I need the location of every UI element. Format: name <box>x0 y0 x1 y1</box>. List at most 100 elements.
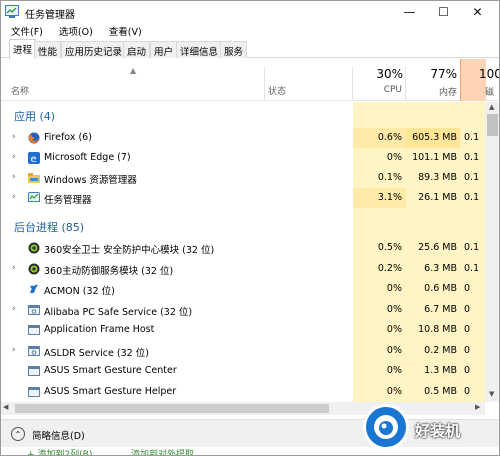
tab-users[interactable]: 用户 <box>150 41 178 58</box>
process-cpu: 0% <box>386 365 402 376</box>
process-disk: 0 <box>464 324 471 335</box>
process-row-edge[interactable]: › e Microsoft Edge (7) 0% 101.1 MB 0.1 <box>1 148 485 168</box>
expand-chevron-icon[interactable]: › <box>12 132 16 142</box>
minimize-button[interactable]: — <box>393 1 426 23</box>
tab-services[interactable]: 服务 <box>220 41 248 58</box>
process-row-asus-gesture-center[interactable]: ASUS Smart Gesture Center 0% 1.3 MB 0 <box>1 361 485 381</box>
process-memory: 89.3 MB <box>418 172 457 183</box>
watermark-icon <box>374 415 398 439</box>
firefox-icon <box>28 132 40 144</box>
process-row-alibaba[interactable]: › Alibaba PC Safe Service (32 位) 0% 6.7 … <box>1 300 485 320</box>
service-icon <box>28 305 40 315</box>
process-memory: 605.3 MB <box>412 132 457 143</box>
process-cpu: 0.2% <box>377 263 402 274</box>
title-bar[interactable]: 任务管理器 — ☐ ✕ <box>1 1 499 23</box>
process-cpu: 0.5% <box>377 242 402 253</box>
header-disk-column[interactable]: 100 磁 <box>460 59 499 101</box>
scroll-right-icon[interactable]: ▶ <box>475 403 480 411</box>
tab-details[interactable]: 详细信息 <box>176 41 223 58</box>
header-memory-label[interactable]: 内存 <box>406 85 457 98</box>
process-name: Application Frame Host <box>44 324 155 335</box>
scroll-up-icon[interactable]: ▲ <box>489 103 494 111</box>
scroll-down-icon[interactable]: ▼ <box>489 390 494 398</box>
expand-chevron-icon[interactable]: › <box>12 172 16 182</box>
fewer-details-link[interactable]: 简略信息(D) <box>32 428 85 442</box>
header-cpu-percent[interactable]: 30% <box>353 67 403 81</box>
header-status[interactable]: 状态 <box>268 84 286 97</box>
process-cpu: 0% <box>386 152 402 163</box>
process-memory: 10.8 MB <box>418 324 457 335</box>
process-name: Windows 资源管理器 <box>44 175 137 186</box>
header-name[interactable]: 名称 <box>11 84 29 97</box>
process-name: 360主动防御服务模块 (32 位) <box>44 266 174 277</box>
process-cpu: 3.1% <box>377 192 402 203</box>
process-cpu: 0% <box>386 386 402 397</box>
process-row-asus-gesture-helper[interactable]: ASUS Smart Gesture Helper 0% 0.5 MB 0 <box>1 382 485 402</box>
expand-chevron-icon[interactable]: › <box>12 263 16 273</box>
menu-file[interactable]: 文件(F) <box>1 23 49 39</box>
process-row-task-manager[interactable]: › 任务管理器 3.1% 26.1 MB 0.1 <box>1 188 485 208</box>
horizontal-scrollbar[interactable]: ◀ ▶ <box>1 402 485 415</box>
menu-bar: 文件(F) 选项(O) 查看(V) <box>1 23 499 39</box>
tab-app-history[interactable]: 应用历史记录 <box>61 41 127 58</box>
process-row-app-frame-host[interactable]: Application Frame Host 0% 10.8 MB 0 <box>1 320 485 340</box>
scroll-left-icon[interactable]: ◀ <box>3 403 8 411</box>
process-list: 应用 (4) › Firefox (6) 0.6% 605.3 MB 0.1 ›… <box>1 102 485 402</box>
menu-options[interactable]: 选项(O) <box>49 23 99 39</box>
collapse-chevron-icon[interactable]: ⌃ <box>11 427 25 441</box>
process-disk: 0.1 <box>464 172 480 183</box>
background-strip: + 添加到2列(B) 添加到对外提取 <box>1 447 499 456</box>
close-button[interactable]: ✕ <box>461 1 494 23</box>
maximize-button[interactable]: ☐ <box>427 1 460 23</box>
app-frame-icon <box>28 366 40 376</box>
process-disk: 0 <box>464 283 471 294</box>
process-memory: 101.1 MB <box>412 152 457 163</box>
app-frame-icon <box>28 325 40 335</box>
process-name: ASLDR Service (32 位) <box>44 348 149 359</box>
process-disk: 0 <box>464 345 471 356</box>
tab-startup[interactable]: 启动 <box>123 41 151 58</box>
background-text: 添加到对外提取 <box>131 450 195 456</box>
horizontal-scroll-thumb[interactable] <box>15 404 329 413</box>
process-memory: 6.3 MB <box>424 263 457 274</box>
process-name: 任务管理器 <box>44 195 92 206</box>
process-row-asldr[interactable]: › ASLDR Service (32 位) 0% 0.2 MB 0 <box>1 341 485 361</box>
tab-processes[interactable]: 进程 <box>9 39 37 59</box>
acmon-icon <box>30 284 38 293</box>
process-disk: 0.1 <box>464 152 480 163</box>
menu-view[interactable]: 查看(V) <box>99 23 148 39</box>
process-cpu: 0% <box>386 304 402 315</box>
service-icon <box>28 346 40 356</box>
process-row-360-defense[interactable]: › 360主动防御服务模块 (32 位) 0.2% 6.3 MB 0.1 <box>1 259 485 279</box>
process-disk: 0.1 <box>464 132 480 143</box>
process-memory: 0.5 MB <box>424 386 457 397</box>
header-memory-percent[interactable]: 77% <box>406 67 457 81</box>
app-frame-icon <box>28 387 40 397</box>
process-row-firefox[interactable]: › Firefox (6) 0.6% 605.3 MB 0.1 <box>1 128 485 148</box>
tab-strip: 进程 性能 应用历史记录 启动 用户 详细信息 服务 <box>1 39 499 59</box>
watermark-logo <box>363 404 409 450</box>
process-name: Firefox (6) <box>44 132 92 143</box>
expand-chevron-icon[interactable]: › <box>12 345 16 355</box>
expand-chevron-icon[interactable]: › <box>12 192 16 202</box>
process-name: ASUS Smart Gesture Center <box>44 365 177 376</box>
process-cpu: 0% <box>386 324 402 335</box>
vertical-scrollbar[interactable]: ▲ ▼ <box>485 102 499 402</box>
process-row-acmon[interactable]: ACMON (32 位) 0% 0.6 MB 0 <box>1 279 485 299</box>
vertical-scroll-thumb[interactable] <box>487 114 498 136</box>
header-cpu-label[interactable]: CPU <box>353 85 402 95</box>
process-name: ASUS Smart Gesture Helper <box>44 386 177 397</box>
process-cpu: 0.6% <box>377 132 402 143</box>
process-cpu: 0% <box>386 283 402 294</box>
process-row-explorer[interactable]: › Windows 资源管理器 0.1% 89.3 MB 0.1 <box>1 168 485 188</box>
tab-performance[interactable]: 性能 <box>34 41 62 58</box>
expand-chevron-icon[interactable]: › <box>12 152 16 162</box>
process-disk: 0 <box>464 365 471 376</box>
expand-chevron-icon[interactable]: › <box>12 304 16 314</box>
process-memory: 25.6 MB <box>418 242 457 253</box>
process-name: ACMON (32 位) <box>44 286 115 297</box>
background-text: + 添加到2列(B) <box>27 450 93 456</box>
process-disk: 0 <box>464 304 471 315</box>
process-row-360-protection[interactable]: 360安全卫士 安全防护中心模块 (32 位) 0.5% 25.6 MB 0.1 <box>1 238 485 258</box>
column-divider[interactable] <box>264 67 265 101</box>
